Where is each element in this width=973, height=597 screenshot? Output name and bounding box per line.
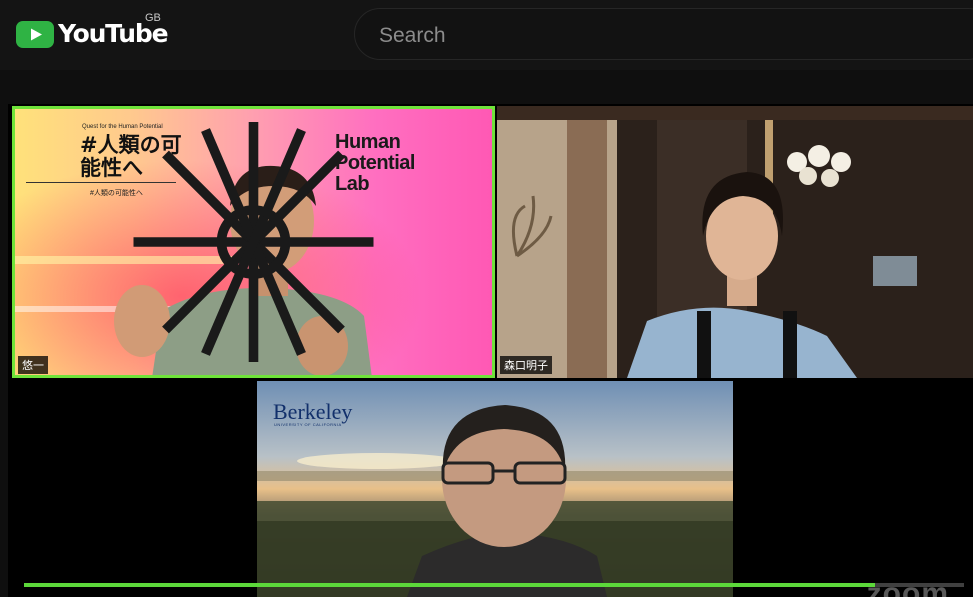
zoom-watermark: zoom [866,577,949,597]
progress-fill [24,583,875,587]
logo-text: YouTube [58,19,169,48]
search-input[interactable] [377,22,941,50]
participant-tile-3: Berkeley UNIVERSITY OF CALIFORNIA [257,381,733,597]
university-logo-sub: UNIVERSITY OF CALIFORNIA [274,422,342,427]
participant-video-2 [497,106,973,378]
participant-name: 森口明子 [500,356,552,374]
search-box[interactable] [354,8,973,60]
participant-name: 悠一 [18,356,48,374]
participant-tile-1: Quest for the Human Potential #人類の可能性へ #… [12,106,495,378]
video-player[interactable]: Quest for the Human Potential #人類の可能性へ #… [8,104,973,597]
progress-bar[interactable] [24,583,964,587]
top-bar: YouTube GB [0,0,973,70]
starburst-icon [133,122,374,362]
region-code: GB [145,12,161,24]
participant-tile-2: 森口明子 [497,106,973,378]
youtube-logo[interactable]: YouTube [16,19,169,48]
play-icon [16,20,54,48]
